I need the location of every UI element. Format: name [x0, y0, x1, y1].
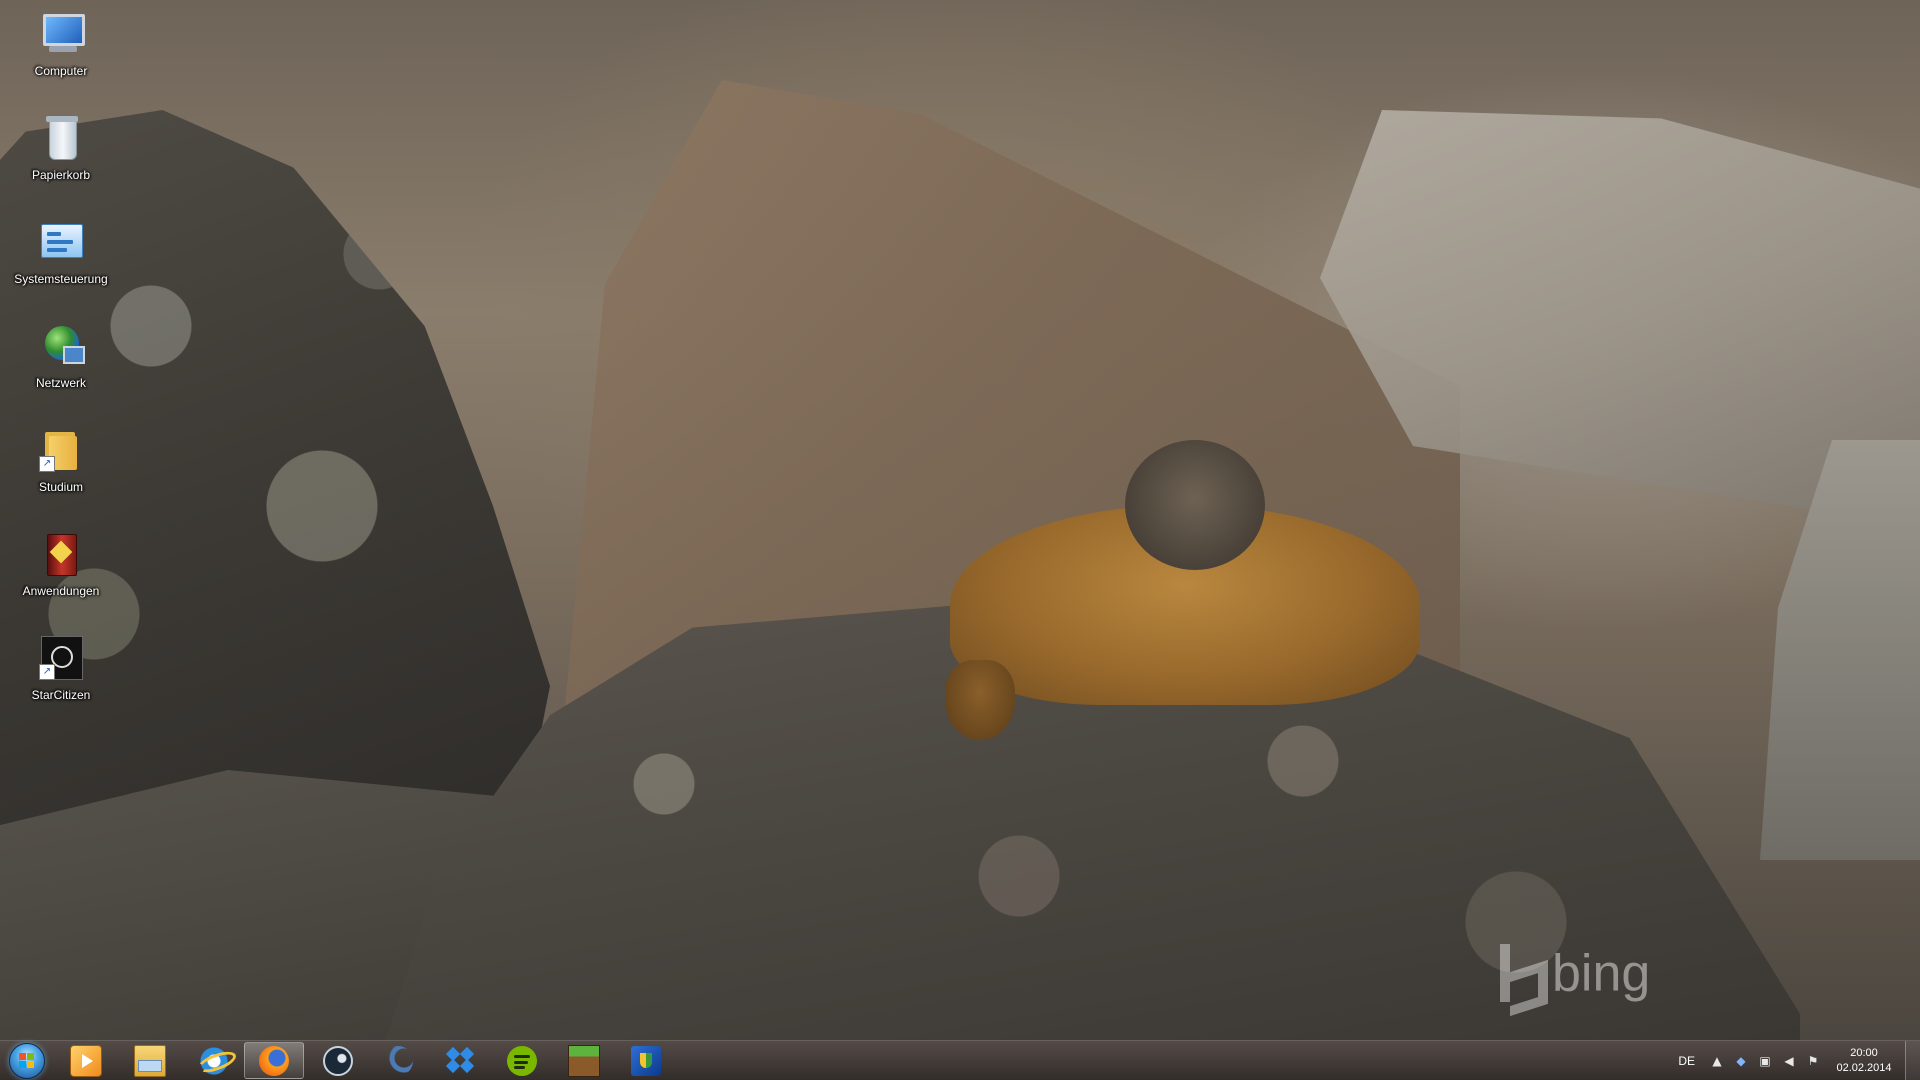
- starcitizen-shortcut-icon: ↗: [37, 634, 85, 682]
- apps-folder-icon: [37, 530, 85, 578]
- desktop-icon-starcitizen[interactable]: ↗ StarCitizen: [6, 630, 116, 734]
- show-desktop-button[interactable]: [1905, 1041, 1920, 1080]
- internet-explorer-icon: [199, 1045, 229, 1076]
- taskbar-windows-explorer[interactable]: [120, 1042, 180, 1079]
- shortcut-arrow-icon: ↗: [39, 456, 55, 472]
- taskbar-internet-explorer[interactable]: [184, 1042, 244, 1079]
- taskbar-minecraft[interactable]: [554, 1042, 614, 1079]
- windows-logo-icon: [9, 1042, 45, 1079]
- shortcut-arrow-icon: ↗: [39, 664, 55, 680]
- show-hidden-icons-icon[interactable]: ▲: [1709, 1053, 1725, 1069]
- taskbar-dropbox[interactable]: [430, 1042, 490, 1079]
- desktop-icon-anwendungen[interactable]: Anwendungen: [6, 526, 116, 630]
- firefox-icon: [259, 1045, 289, 1076]
- computer-icon: [37, 10, 85, 58]
- volume-icon[interactable]: ◀: [1781, 1053, 1797, 1069]
- dropbox-tray-icon[interactable]: ◆: [1733, 1053, 1749, 1069]
- network-tray-icon[interactable]: ▣: [1757, 1053, 1773, 1069]
- desktop-icon-label: Studium: [38, 480, 84, 494]
- wallpaper-marmot-head: [1125, 440, 1265, 570]
- desktop-icon-control-panel[interactable]: Systemsteuerung: [6, 214, 116, 318]
- taskbar-firefox[interactable]: [244, 1042, 304, 1079]
- desktop-icon-label: Computer: [34, 64, 88, 78]
- taskbar-spotify[interactable]: [492, 1042, 552, 1079]
- taskbar-windows-media-player[interactable]: [56, 1042, 116, 1079]
- clock-date: 02.02.2014: [1836, 1062, 1892, 1074]
- desktop-icon-label: Netzwerk: [35, 376, 86, 390]
- desktop-icon-grid: Computer Papierkorb Systemsteuerung Netz…: [6, 6, 116, 734]
- language-indicator[interactable]: DE: [1678, 1054, 1695, 1068]
- desktop-icon-label: Papierkorb: [31, 168, 91, 182]
- desktop-icon-network[interactable]: Netzwerk: [6, 318, 116, 422]
- taskbar-app-crescent[interactable]: [368, 1042, 428, 1079]
- desktop-icon-label: Anwendungen: [22, 584, 100, 598]
- clock[interactable]: 20:00 02.02.2014: [1829, 1046, 1899, 1076]
- crescent-icon: [383, 1045, 413, 1076]
- system-tray: DE ▲ ◆ ▣ ◀ ⚑ 20:00 02.02.2014: [1678, 1041, 1920, 1080]
- spotify-icon: [507, 1045, 537, 1076]
- recycle-bin-icon: [37, 114, 85, 162]
- media-player-icon: [70, 1044, 102, 1077]
- taskbar-steam[interactable]: [308, 1042, 368, 1079]
- bing-logo-icon: [1500, 944, 1542, 1003]
- taskbar: DE ▲ ◆ ▣ ◀ ⚑ 20:00 02.02.2014: [0, 1040, 1920, 1080]
- bing-watermark: bing: [1500, 935, 1690, 1005]
- shield-icon: [631, 1045, 661, 1076]
- minecraft-icon: [568, 1044, 600, 1077]
- dropbox-icon: [445, 1046, 475, 1076]
- desktop-icon-label: StarCitizen: [31, 688, 91, 702]
- desktop-icon-recycle-bin[interactable]: Papierkorb: [6, 110, 116, 214]
- desktop-icon-label: Systemsteuerung: [14, 272, 108, 286]
- taskbar-security-app[interactable]: [616, 1042, 676, 1079]
- control-panel-icon: [37, 218, 85, 266]
- clock-time: 20:00: [1850, 1047, 1878, 1059]
- desktop-icon-computer[interactable]: Computer: [6, 6, 116, 110]
- desktop-wallpaper: bing: [0, 0, 1920, 1040]
- desktop-icon-studium[interactable]: ↗ Studium: [6, 422, 116, 526]
- wallpaper-marmot-paw: [945, 660, 1015, 740]
- folder-shortcut-icon: ↗: [37, 426, 85, 474]
- folder-icon: [134, 1044, 166, 1077]
- start-button[interactable]: [4, 1042, 50, 1079]
- action-center-flag-icon[interactable]: ⚑: [1805, 1053, 1821, 1069]
- network-icon: [37, 322, 85, 370]
- steam-icon: [323, 1045, 353, 1076]
